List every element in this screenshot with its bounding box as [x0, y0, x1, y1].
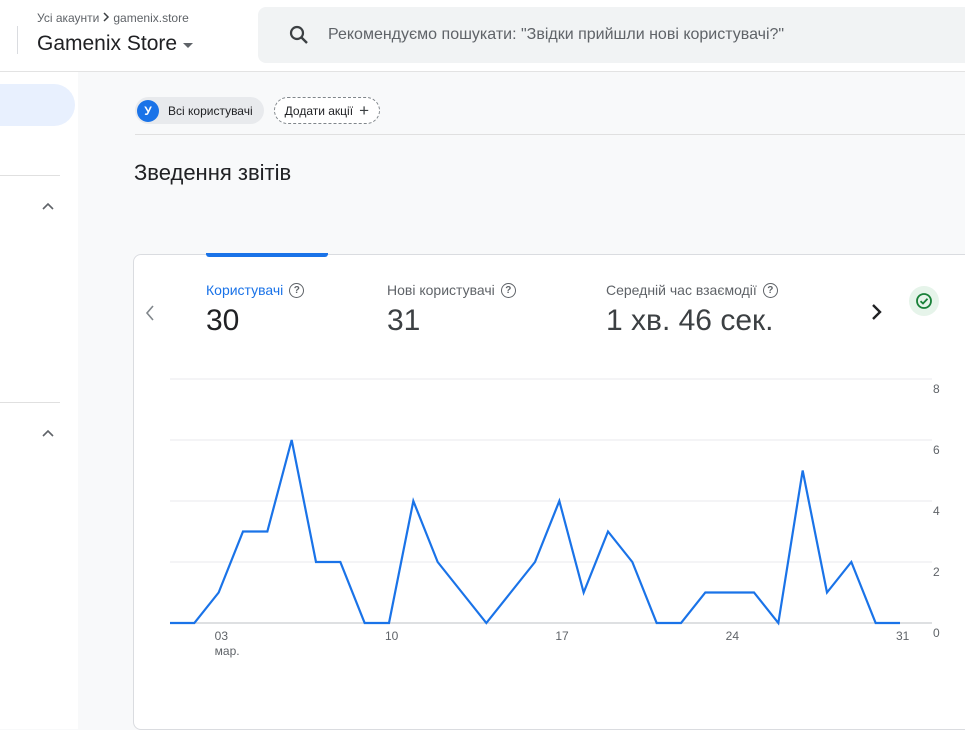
nav-divider: [0, 175, 60, 176]
help-icon[interactable]: ?: [763, 283, 778, 298]
all-users-chip[interactable]: У Всі користувачі: [135, 97, 264, 124]
metric-value: 31: [387, 304, 516, 338]
top-bar: Усі акаунти gamenix.store Gamenix Store: [0, 0, 965, 72]
property-selector[interactable]: Gamenix Store: [37, 32, 193, 56]
metric-label: Середній час взаємодії: [606, 282, 757, 298]
breadcrumb[interactable]: Усі акаунти gamenix.store: [37, 11, 189, 25]
divider: [17, 26, 18, 54]
divider: [135, 134, 965, 135]
chevron-up-icon[interactable]: [42, 424, 54, 436]
chevron-up-icon[interactable]: [42, 197, 54, 209]
property-name: Gamenix Store: [37, 32, 177, 56]
page-title: Зведення звітів: [134, 160, 291, 186]
metric-label: Нові користувачі: [387, 282, 495, 298]
filter-bar: У Всі користувачі Додати акції +: [135, 97, 380, 124]
add-comparison-button[interactable]: Додати акції +: [274, 97, 380, 124]
search-input[interactable]: [328, 26, 965, 44]
add-comparison-label: Додати акції: [285, 104, 353, 118]
metric-value: 1 хв. 46 сек.: [606, 304, 778, 338]
check-circle-icon[interactable]: [909, 286, 939, 316]
caret-down-icon: [183, 43, 193, 48]
nav-item-active[interactable]: [0, 84, 75, 126]
all-users-label: Всі користувачі: [168, 104, 253, 118]
plus-icon: +: [359, 102, 369, 119]
breadcrumb-root[interactable]: Усі акаунти: [37, 11, 99, 25]
metric-value: 30: [206, 304, 304, 338]
breadcrumb-child[interactable]: gamenix.store: [113, 11, 188, 25]
metric-tab-users[interactable]: Користувачі? 30: [206, 282, 304, 338]
chevron-left-icon[interactable]: [145, 301, 155, 327]
chevron-right-icon[interactable]: [871, 300, 883, 328]
help-icon[interactable]: ?: [289, 283, 304, 298]
active-tab-indicator: [206, 253, 328, 257]
metric-tab-new-users[interactable]: Нові користувачі? 31: [387, 282, 516, 338]
segment-avatar: У: [137, 100, 159, 122]
search-bar[interactable]: [258, 7, 965, 63]
nav-divider: [0, 402, 60, 403]
metric-tab-engagement-time[interactable]: Середній час взаємодії? 1 хв. 46 сек.: [606, 282, 778, 338]
search-icon: [288, 24, 310, 46]
help-icon[interactable]: ?: [501, 283, 516, 298]
chevron-right-icon: [102, 11, 110, 25]
left-nav: [0, 72, 78, 729]
metric-label: Користувачі: [206, 282, 283, 298]
